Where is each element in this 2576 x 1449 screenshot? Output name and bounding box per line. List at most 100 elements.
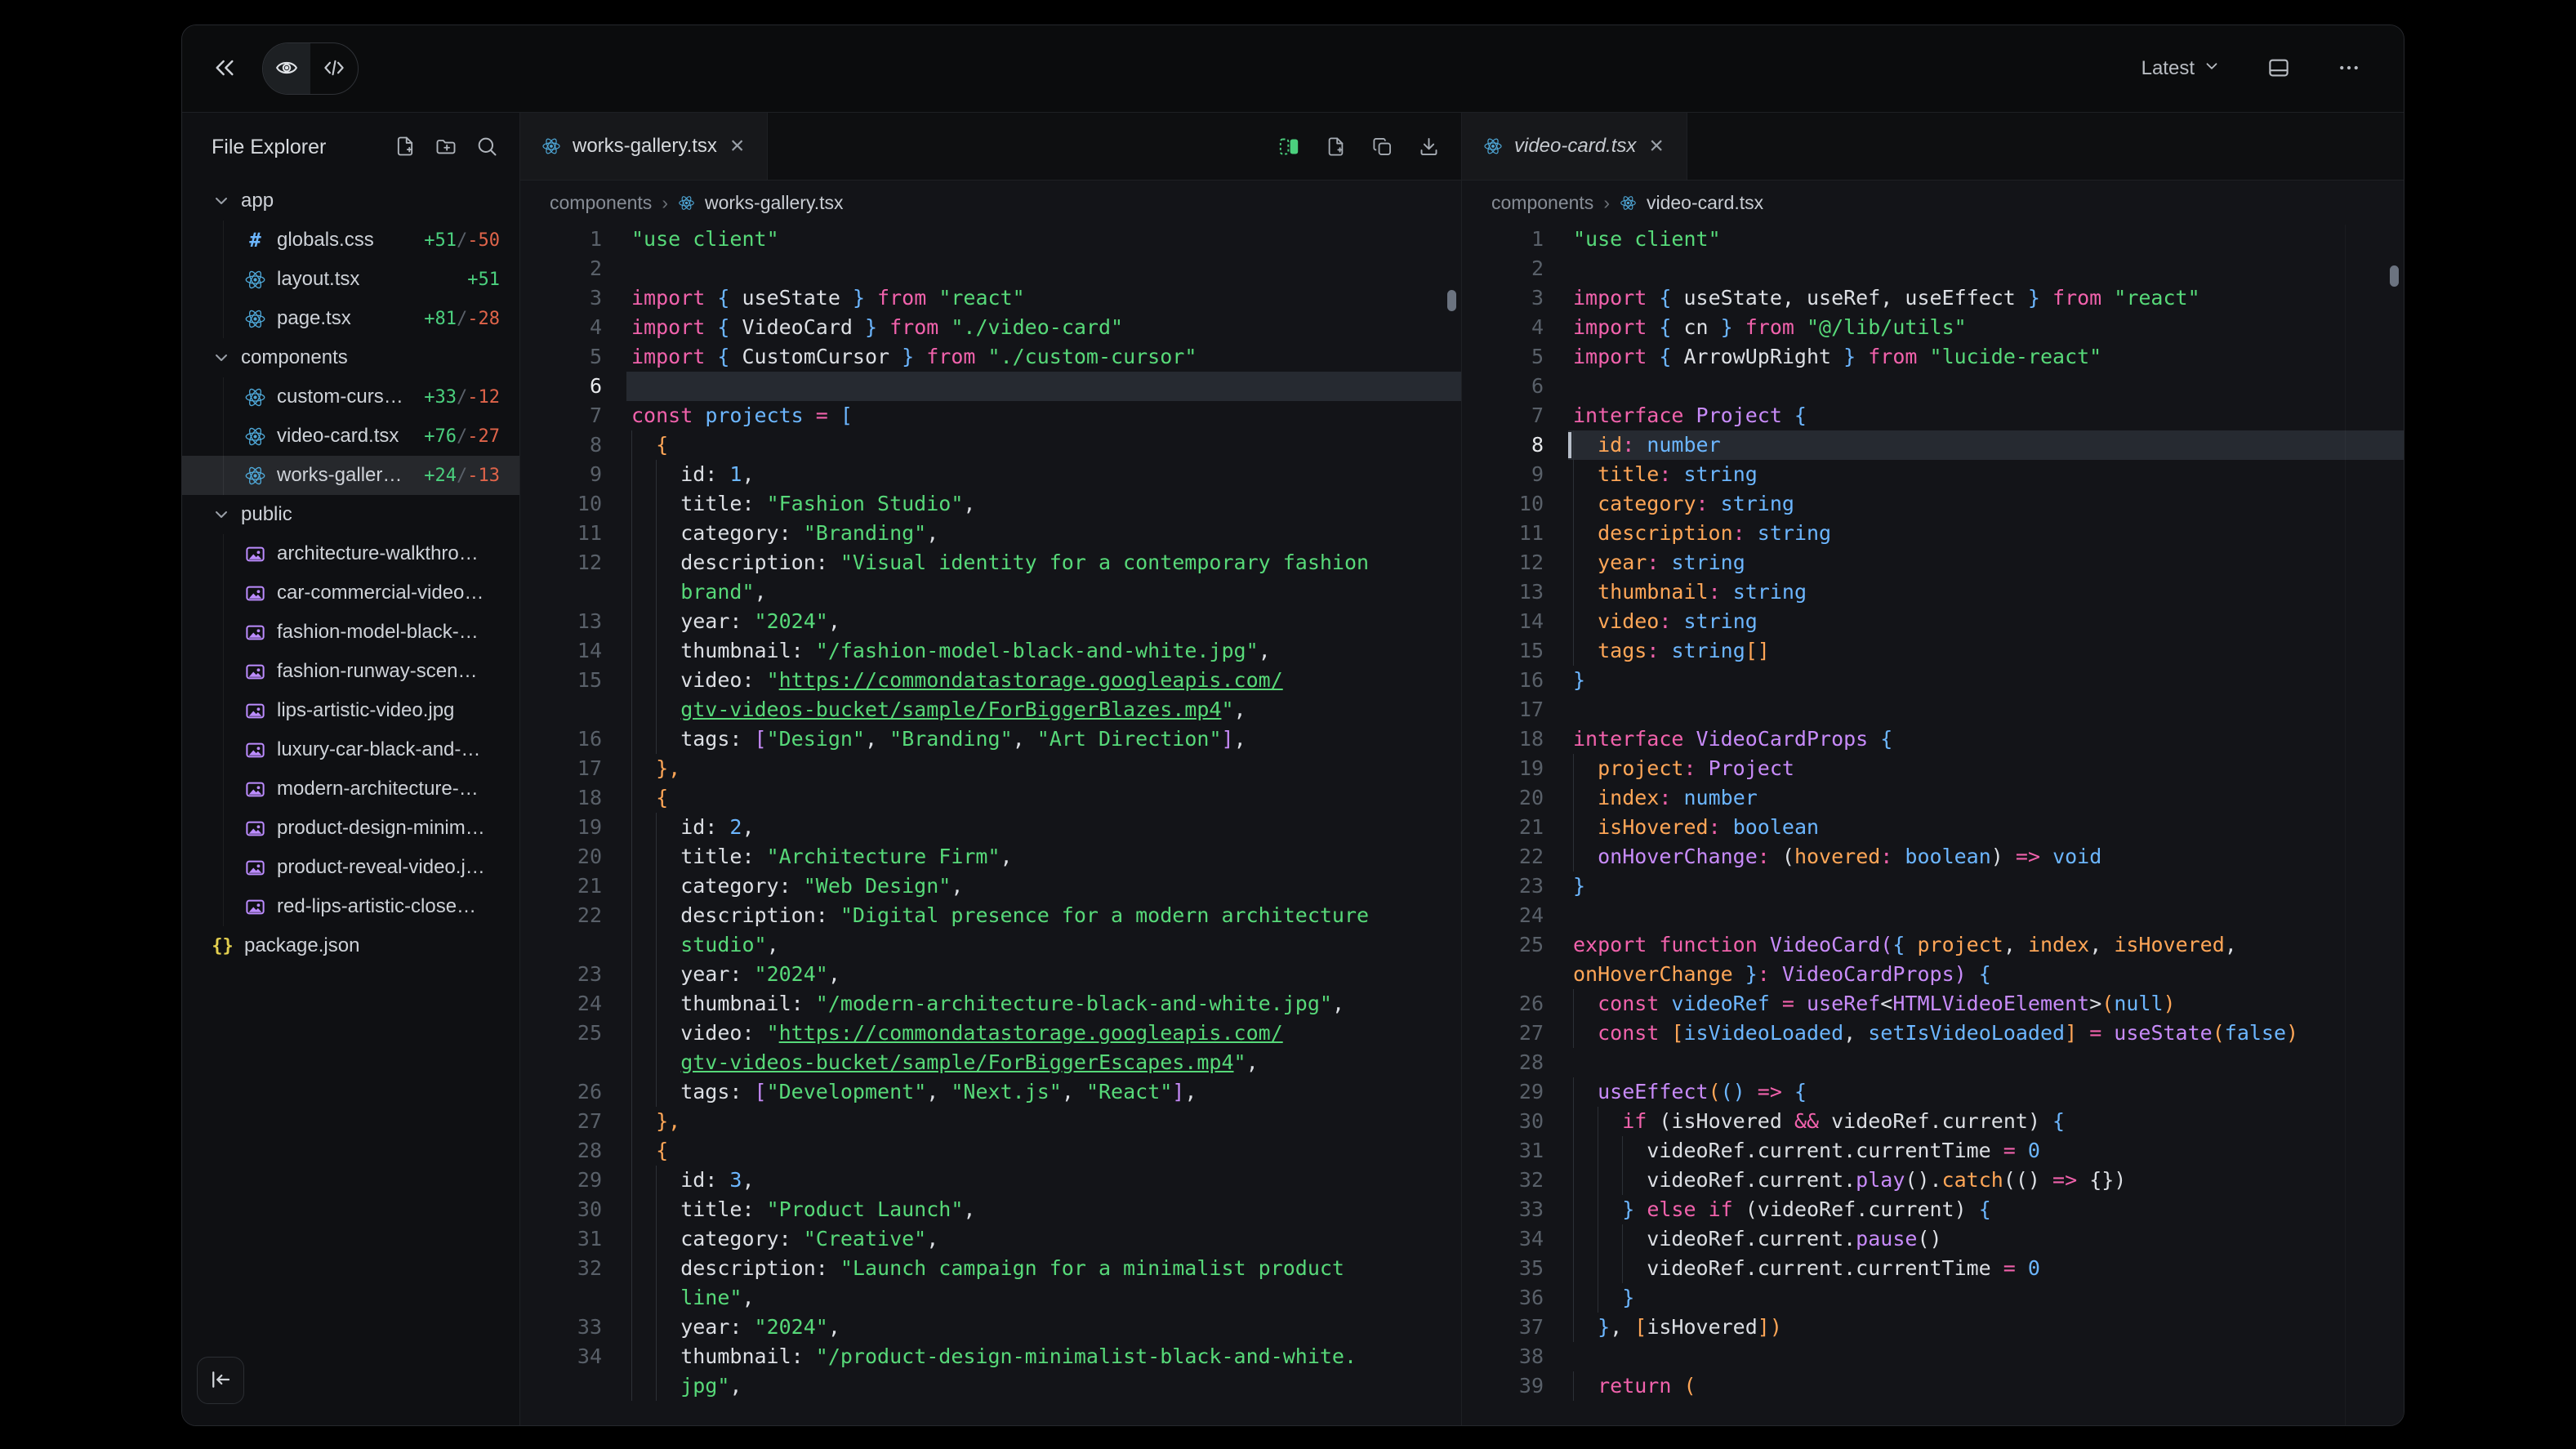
file-item-fashion-runway-scen[interactable]: fashion-runway-scen… (182, 652, 519, 691)
code-line-19[interactable]: 19id: 2, (520, 813, 1461, 842)
folder-item-components[interactable]: components (182, 338, 519, 377)
code-line-25[interactable]: 25video: "https://commondatastorage.goog… (520, 1019, 1461, 1048)
code-line-20[interactable]: 20title: "Architecture Firm", (520, 842, 1461, 872)
code-line-28[interactable]: 28 (1462, 1048, 2404, 1077)
panel-bottom-button[interactable] (2262, 51, 2296, 87)
code-line-9[interactable]: 9title: string (1462, 460, 2404, 489)
breadcrumb-file[interactable]: works-gallery.tsx (705, 192, 844, 214)
code-line-33[interactable]: 33} else if (videoRef.current) { (1462, 1195, 2404, 1224)
code-line-14[interactable]: 14thumbnail: "/fashion-model-black-and-w… (520, 636, 1461, 666)
copy-button[interactable] (1371, 136, 1393, 158)
code-line-31[interactable]: 31category: "Creative", (520, 1224, 1461, 1254)
code-line-11[interactable]: 11description: string (1462, 519, 2404, 548)
code-line-1[interactable]: 1"use client" (1462, 225, 2404, 254)
download-button[interactable] (1418, 136, 1440, 158)
breadcrumb-folder[interactable]: components (550, 192, 652, 214)
code-line-32[interactable]: 32description: "Launch campaign for a mi… (520, 1254, 1461, 1283)
code-editor[interactable]: 1"use client"23import { useState } from … (520, 225, 1461, 1425)
breadcrumb-file[interactable]: video-card.tsx (1647, 192, 1763, 214)
new-file-button[interactable] (1325, 136, 1347, 158)
code-line-7[interactable]: 7const projects = [ (520, 401, 1461, 430)
code-line-17[interactable]: 17 (1462, 695, 2404, 724)
file-item-modern-architecture-[interactable]: modern-architecture-… (182, 769, 519, 809)
code-line-8[interactable]: 8{ (520, 430, 1461, 460)
file-item-globals.css[interactable]: #globals.css+51/-50 (182, 221, 519, 260)
code-line-33[interactable]: 33year: "2024", (520, 1313, 1461, 1342)
code-line-5[interactable]: 5import { CustomCursor } from "./custom-… (520, 342, 1461, 372)
collapse-panel-button[interactable] (197, 1357, 244, 1404)
breadcrumb-folder[interactable]: components (1491, 192, 1593, 214)
folder-item-public[interactable]: public (182, 495, 519, 534)
file-item-luxury-car-black-and-[interactable]: luxury-car-black-and-… (182, 730, 519, 769)
code-line-3[interactable]: 3import { useState, useRef, useEffect } … (1462, 283, 2404, 313)
preview-toggle-button[interactable] (263, 43, 310, 94)
code-line-27[interactable]: 27}, (520, 1107, 1461, 1136)
code-line-14[interactable]: 14video: string (1462, 607, 2404, 636)
code-line-27[interactable]: 27const [isVideoLoaded, setIsVideoLoaded… (1462, 1019, 2404, 1048)
code-line-5[interactable]: 5import { ArrowUpRight } from "lucide-re… (1462, 342, 2404, 372)
scrollbar-thumb[interactable] (2390, 265, 2399, 287)
code-line-8[interactable]: 8id: number (1462, 430, 2404, 460)
code-line-16[interactable]: 16} (1462, 666, 2404, 695)
file-item-product-reveal-video.j[interactable]: product-reveal-video.j… (182, 848, 519, 887)
code-line-26[interactable]: 26const videoRef = useRef<HTMLVideoEleme… (1462, 989, 2404, 1019)
tab-works-gallery.tsx[interactable]: works-gallery.tsx× (520, 113, 768, 180)
file-item-lips-artistic-video.jpg[interactable]: lips-artistic-video.jpg (182, 691, 519, 730)
close-tab-icon[interactable]: × (1647, 134, 1665, 158)
code-line-29[interactable]: 29useEffect(() => { (1462, 1077, 2404, 1107)
close-tab-icon[interactable]: × (729, 134, 747, 158)
version-dropdown[interactable]: Latest (2137, 56, 2226, 82)
code-line-wrap[interactable]: line", (520, 1283, 1461, 1313)
code-line-6[interactable]: 6 (1462, 372, 2404, 401)
file-item-car-commercial-video[interactable]: car-commercial-video… (182, 573, 519, 613)
code-line-2[interactable]: 2 (1462, 254, 2404, 283)
code-line-1[interactable]: 1"use client" (520, 225, 1461, 254)
code-line-22[interactable]: 22description: "Digital presence for a m… (520, 901, 1461, 930)
code-line-23[interactable]: 23year: "2024", (520, 960, 1461, 989)
code-line-16[interactable]: 16tags: ["Design", "Branding", "Art Dire… (520, 724, 1461, 754)
file-item-product-design-minim[interactable]: product-design-minim… (182, 809, 519, 848)
code-line-wrap[interactable]: gtv-videos-bucket/sample/ForBiggerBlazes… (520, 695, 1461, 724)
code-line-2[interactable]: 2 (520, 254, 1461, 283)
code-line-18[interactable]: 18interface VideoCardProps { (1462, 724, 2404, 754)
code-line-37[interactable]: 37}, [isHovered]) (1462, 1313, 2404, 1342)
code-line-wrap[interactable]: jpg", (520, 1371, 1461, 1401)
code-line-30[interactable]: 30if (isHovered && videoRef.current) { (1462, 1107, 2404, 1136)
file-item-page.tsx[interactable]: page.tsx+81/-28 (182, 299, 519, 338)
tab-video-card.tsx[interactable]: video-card.tsx× (1462, 113, 1687, 180)
search-button[interactable] (475, 135, 498, 160)
file-item-fashion-model-black-[interactable]: fashion-model-black-… (182, 613, 519, 652)
split-view-button[interactable] (1278, 136, 1300, 158)
code-line-15[interactable]: 15tags: string[] (1462, 636, 2404, 666)
code-line-26[interactable]: 26tags: ["Development", "Next.js", "Reac… (520, 1077, 1461, 1107)
code-line-13[interactable]: 13thumbnail: string (1462, 577, 2404, 607)
code-line-34[interactable]: 34thumbnail: "/product-design-minimalist… (520, 1342, 1461, 1371)
code-toggle-button[interactable] (310, 43, 358, 94)
file-item-layout.tsx[interactable]: layout.tsx+51 (182, 260, 519, 299)
code-line-36[interactable]: 36} (1462, 1283, 2404, 1313)
code-line-20[interactable]: 20index: number (1462, 783, 2404, 813)
code-line-21[interactable]: 21category: "Web Design", (520, 872, 1461, 901)
code-line-31[interactable]: 31videoRef.current.currentTime = 0 (1462, 1136, 2404, 1166)
code-line-24[interactable]: 24thumbnail: "/modern-architecture-black… (520, 989, 1461, 1019)
code-line-39[interactable]: 39return ( (1462, 1371, 2404, 1401)
code-line-17[interactable]: 17}, (520, 754, 1461, 783)
code-line-12[interactable]: 12description: "Visual identity for a co… (520, 548, 1461, 577)
code-line-38[interactable]: 38 (1462, 1342, 2404, 1371)
code-line-4[interactable]: 4import { VideoCard } from "./video-card… (520, 313, 1461, 342)
new-folder-button[interactable] (435, 135, 457, 160)
file-item-package.json[interactable]: {}package.json (182, 926, 519, 965)
code-line-21[interactable]: 21isHovered: boolean (1462, 813, 2404, 842)
code-line-10[interactable]: 10title: "Fashion Studio", (520, 489, 1461, 519)
code-line-9[interactable]: 9id: 1, (520, 460, 1461, 489)
code-line-12[interactable]: 12year: string (1462, 548, 2404, 577)
code-line-23[interactable]: 23} (1462, 872, 2404, 901)
code-line-28[interactable]: 28{ (520, 1136, 1461, 1166)
code-line-18[interactable]: 18{ (520, 783, 1461, 813)
file-item-architecture-walkthro[interactable]: architecture-walkthro… (182, 534, 519, 573)
code-line-32[interactable]: 32videoRef.current.play().catch(() => {}… (1462, 1166, 2404, 1195)
code-editor[interactable]: 1"use client"23import { useState, useRef… (1462, 225, 2404, 1425)
code-line-11[interactable]: 11category: "Branding", (520, 519, 1461, 548)
code-line-24[interactable]: 24 (1462, 901, 2404, 930)
code-line-wrap[interactable]: onHoverChange }: VideoCardProps) { (1462, 960, 2404, 989)
